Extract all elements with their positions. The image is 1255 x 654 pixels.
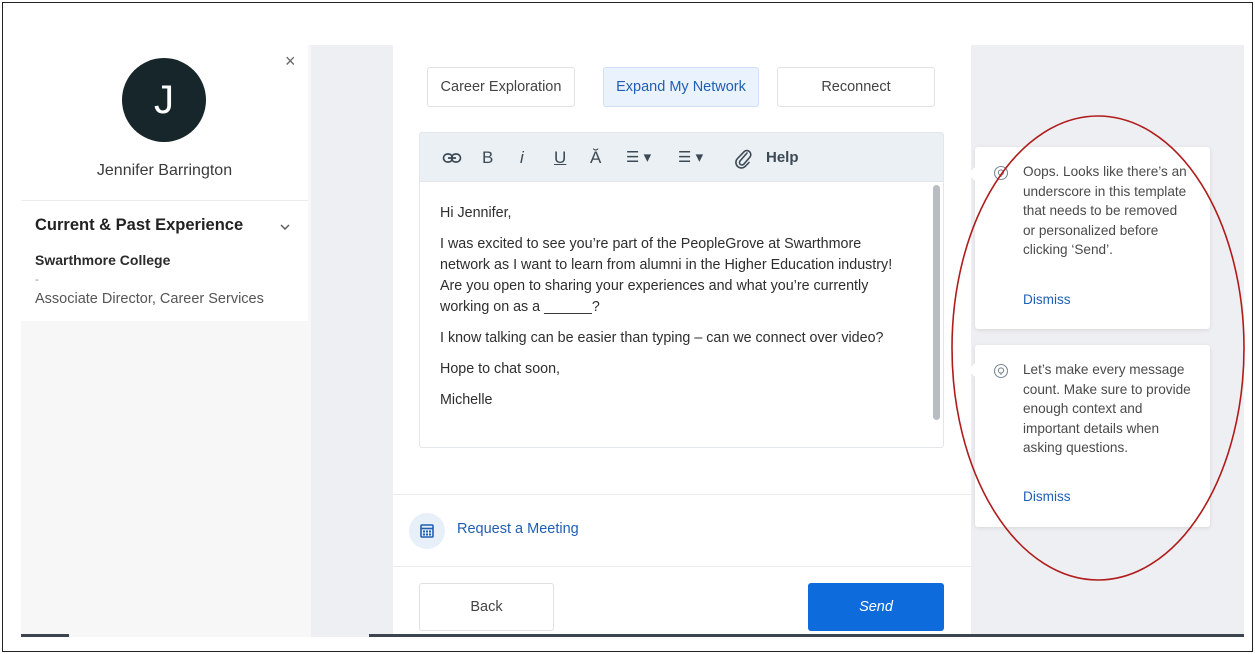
app-stage: × J Jennifer Barrington Current & Past E… xyxy=(21,45,1244,637)
message-composer: Career Exploration Expand My Network Rec… xyxy=(393,45,971,637)
italic-button[interactable]: i xyxy=(520,147,524,169)
bullet-list-button[interactable]: ☰ ▾ xyxy=(678,147,703,169)
calendar-icon[interactable] xyxy=(409,513,445,549)
message-body[interactable]: Hi Jennifer, I was excited to see you’re… xyxy=(440,203,910,421)
message-paragraph: I was excited to see you’re part of the … xyxy=(440,236,893,315)
tip-text: Oops. Looks like there’s an underscore i… xyxy=(1023,164,1187,257)
message-closing: Hope to chat soon, xyxy=(440,361,561,377)
tab-expand-my-network[interactable]: Expand My Network xyxy=(603,67,759,107)
message-editor[interactable]: B i U Ă ☰ ▾ ☰ ▾ Help Hi Jennifer, I was xyxy=(419,132,944,448)
profile-sidebar: × J Jennifer Barrington Current & Past E… xyxy=(21,45,311,637)
clear-format-button[interactable]: Ă xyxy=(590,147,601,169)
paperclip-icon[interactable] xyxy=(734,147,752,169)
tip-card-underscore: Oops. Looks like there’s an underscore i… xyxy=(968,147,1210,329)
message-paragraph: I know talking can be easier than typing… xyxy=(440,330,884,346)
ordered-list-button[interactable]: ☰ ▾ xyxy=(626,147,651,169)
experience-title: Current & Past Experience xyxy=(35,216,244,234)
tip-text: Let’s make every message count. Make sur… xyxy=(1023,362,1191,455)
close-icon[interactable]: × xyxy=(285,51,296,72)
divider xyxy=(393,566,971,567)
send-button[interactable]: Send xyxy=(808,583,944,631)
request-meeting-link[interactable]: Request a Meeting xyxy=(457,521,579,537)
dismiss-button[interactable]: Dismiss xyxy=(1023,292,1071,307)
dismiss-button[interactable]: Dismiss xyxy=(1023,489,1071,504)
bottom-edge-line xyxy=(21,634,69,637)
tip-card-context: Let’s make every message count. Make sur… xyxy=(968,345,1210,527)
tip-pointer xyxy=(968,167,975,181)
profile-card: × J Jennifer Barrington xyxy=(21,45,308,201)
message-signature: Michelle xyxy=(440,392,493,408)
tip-pointer xyxy=(968,363,975,377)
divider xyxy=(393,494,971,495)
link-icon[interactable] xyxy=(442,147,462,169)
bold-button[interactable]: B xyxy=(482,147,493,169)
lightbulb-icon xyxy=(993,165,1009,181)
underline-button[interactable]: U xyxy=(554,147,566,169)
lightbulb-icon xyxy=(993,363,1009,379)
experience-organization: Swarthmore College xyxy=(35,252,171,268)
editor-scrollbar[interactable] xyxy=(933,185,940,420)
bottom-edge-line xyxy=(369,634,1244,637)
help-button[interactable]: Help xyxy=(766,147,799,169)
experience-role: Associate Director, Career Services xyxy=(35,291,264,307)
formatting-toolbar: B i U Ă ☰ ▾ ☰ ▾ Help xyxy=(420,133,943,182)
tab-career-exploration[interactable]: Career Exploration xyxy=(427,67,575,107)
tab-reconnect[interactable]: Reconnect xyxy=(777,67,935,107)
message-greeting: Hi Jennifer, xyxy=(440,205,512,221)
profile-name: Jennifer Barrington xyxy=(96,162,233,179)
chevron-down-icon[interactable] xyxy=(279,221,291,233)
screenshot-frame: × J Jennifer Barrington Current & Past E… xyxy=(2,2,1253,652)
back-button[interactable]: Back xyxy=(419,583,554,631)
experience-section: Current & Past Experience Swarthmore Col… xyxy=(21,200,308,321)
experience-dash: - xyxy=(35,274,39,286)
avatar: J xyxy=(122,58,206,142)
